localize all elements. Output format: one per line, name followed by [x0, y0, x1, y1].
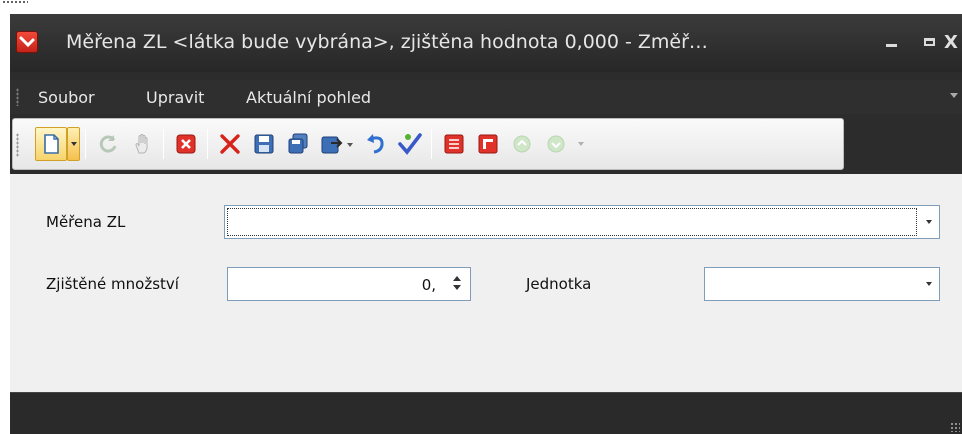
title-bar[interactable]: Měřena ZL <látka bude vybrána>, zjištěna…	[10, 14, 962, 72]
chevron-down-icon	[926, 282, 932, 286]
page-margin	[0, 0, 10, 434]
merena-zl-combobox[interactable]	[224, 205, 940, 239]
new-dropdown-button[interactable]	[67, 127, 80, 161]
report-button[interactable]	[439, 129, 469, 159]
export-button[interactable]	[317, 129, 357, 159]
delete-icon	[220, 134, 240, 154]
save-button[interactable]	[249, 129, 279, 159]
chevron-down-icon	[578, 142, 584, 146]
toolbar-separator	[431, 129, 432, 159]
minimize-button[interactable]	[878, 29, 904, 55]
jednotka-label: Jednotka	[526, 275, 592, 293]
cancel-button[interactable]	[171, 129, 201, 159]
menu-bar: Soubor Upravit Aktuální pohled	[10, 80, 962, 114]
up-icon	[513, 135, 531, 153]
jednotka-dropdown-button[interactable]	[919, 268, 939, 300]
minimize-icon	[885, 43, 897, 47]
toolbar-separator	[207, 129, 208, 159]
corner-decoration	[2, 0, 28, 5]
close-button[interactable]: X	[938, 29, 962, 55]
menu-item-soubor[interactable]: Soubor	[38, 88, 95, 107]
zjistene-mnozstvi-spinner[interactable]: 0,	[227, 267, 471, 301]
resize-grip-icon[interactable]	[950, 422, 960, 432]
spin-up-icon[interactable]	[453, 276, 461, 281]
toolbar-grip-icon[interactable]	[16, 133, 19, 157]
new-button[interactable]	[35, 127, 67, 161]
menu-overflow-icon[interactable]	[950, 93, 958, 98]
delete-button[interactable]	[215, 129, 245, 159]
undo-icon	[367, 134, 384, 154]
undo-button[interactable]	[361, 129, 391, 159]
move-down-button[interactable]	[541, 129, 571, 159]
check-button[interactable]	[395, 129, 425, 159]
down-icon	[547, 135, 565, 153]
toolbar-separator	[85, 129, 86, 159]
menu-grip-icon[interactable]	[16, 88, 19, 106]
refresh-button[interactable]	[93, 129, 123, 159]
save-copy-button[interactable]	[283, 129, 313, 159]
app-icon	[16, 31, 38, 53]
menu-item-upravit[interactable]: Upravit	[146, 88, 204, 107]
save-copy-icon	[288, 133, 308, 154]
hand-button[interactable]	[127, 129, 157, 159]
refresh-icon	[99, 135, 117, 153]
toolbar-separator	[163, 129, 164, 159]
status-bar	[10, 392, 962, 434]
new-document-icon	[44, 134, 59, 154]
export-icon	[321, 136, 353, 154]
check-icon	[398, 133, 422, 155]
toolbar-overflow-button[interactable]	[573, 129, 589, 159]
jednotka-combobox[interactable]	[704, 267, 940, 301]
app-window: Měřena ZL <látka bude vybrána>, zjištěna…	[10, 14, 962, 434]
save-icon	[254, 134, 274, 154]
spin-down-icon[interactable]	[453, 285, 461, 290]
hand-icon	[135, 134, 148, 154]
zjistene-mnozstvi-value[interactable]: 0,	[422, 276, 436, 294]
chevron-down-icon	[926, 220, 932, 224]
exit-button[interactable]	[473, 129, 503, 159]
window-title: Měřena ZL <látka bude vybrána>, zjištěna…	[66, 31, 708, 53]
exit-icon	[478, 134, 498, 154]
focus-rect	[227, 208, 917, 236]
form-area: Měřena ZL Zjištěné množství 0, Jednotka	[10, 174, 962, 392]
menu-item-aktualni-pohled[interactable]: Aktuální pohled	[246, 88, 371, 107]
maximize-icon	[923, 38, 935, 46]
cancel-icon	[176, 134, 196, 154]
chevron-down-icon	[70, 142, 77, 146]
zjistene-mnozstvi-label: Zjištěné množství	[46, 275, 179, 293]
merena-zl-dropdown-button[interactable]	[919, 206, 939, 238]
merena-zl-label: Měřena ZL	[46, 213, 126, 231]
spinner-arrows[interactable]	[452, 275, 462, 295]
move-up-button[interactable]	[507, 129, 537, 159]
toolbar	[12, 118, 844, 170]
report-icon	[444, 134, 464, 154]
